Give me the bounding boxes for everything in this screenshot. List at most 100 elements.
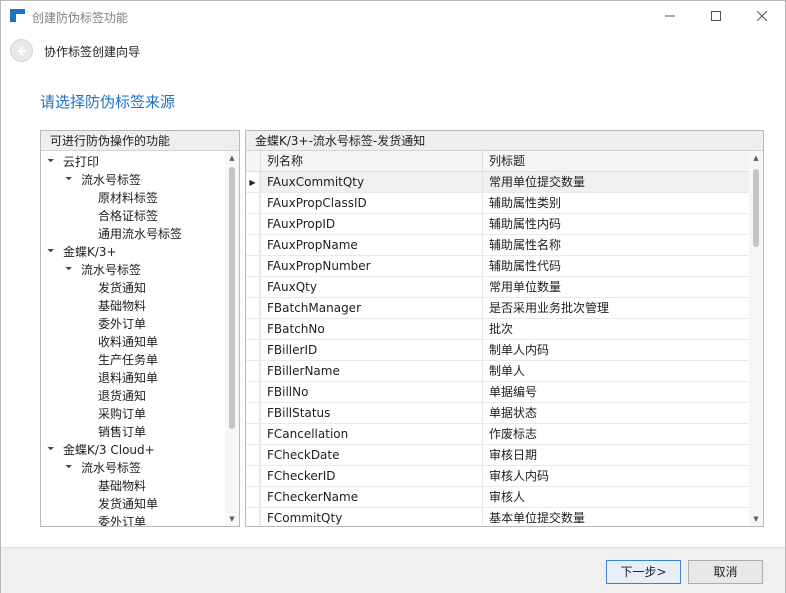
cell-column-title[interactable]: 单据编号 [482,382,749,402]
cell-column-name[interactable]: FCancellation [260,424,482,444]
tree-item[interactable]: 发货通知 [98,279,146,297]
cell-column-name[interactable]: FAuxPropClassID [260,193,482,213]
cell-column-name[interactable]: FBillStatus [260,403,482,423]
cell-column-title[interactable]: 作废标志 [482,424,749,444]
tree-item[interactable]: 发货通知单 [98,495,158,513]
expand-caret-icon[interactable]: ◢ [60,259,81,280]
table-row[interactable]: FBillerName 制单人 [246,361,749,382]
wizard-title: 协作标签创建向导 [44,45,141,59]
cell-column-name[interactable]: FAuxCommitQty [260,172,482,192]
cancel-button[interactable]: 取消 [688,560,763,584]
panel-splitter[interactable]: ⋮ [241,321,250,335]
tree-item[interactable]: 原材料标签 [98,189,158,207]
cell-column-title[interactable]: 是否采用业务批次管理 [482,298,749,318]
tree-item[interactable]: 通用流水号标签 [98,225,182,243]
cell-column-title[interactable]: 批次 [482,319,749,339]
cell-column-name[interactable]: FCheckerName [260,487,482,507]
cell-column-title[interactable]: 基本单位提交数量 [482,508,749,526]
cell-column-title[interactable]: 审核日期 [482,445,749,465]
tree-item[interactable]: ◢ 流水号标签 [65,261,141,279]
cell-column-title[interactable]: 单据状态 [482,403,749,423]
tree-item[interactable]: 采购订单 [98,405,146,423]
tree-item[interactable]: 合格证标签 [98,207,158,225]
tree-item[interactable]: 收料通知单 [98,333,158,351]
cell-column-title[interactable]: 审核人内码 [482,466,749,486]
scroll-thumb[interactable] [229,167,235,429]
cell-column-name[interactable]: FAuxPropID [260,214,482,234]
cell-column-name[interactable]: FCommitQty [260,508,482,526]
tree-item[interactable]: 退货通知 [98,387,146,405]
cell-column-title[interactable]: 辅助属性名称 [482,235,749,255]
scroll-up-icon[interactable]: ▲ [749,151,763,165]
cell-column-name[interactable]: FBillerID [260,340,482,360]
tree-item[interactable]: ◢ 金蝶K/3 Cloud+ [47,441,155,459]
table-row[interactable]: ▶ FAuxCommitQty 常用单位提交数量 [246,172,749,193]
cell-column-title[interactable]: 制单人 [482,361,749,381]
tree-item-label: 发货通知单 [98,497,159,511]
tree-item-label: 合格证标签 [98,209,159,223]
expand-caret-icon[interactable]: ◢ [42,439,63,460]
minimize-button[interactable] [647,1,693,31]
table-row[interactable]: FAuxQty 常用单位数量 [246,277,749,298]
cell-column-title[interactable]: 审核人 [482,487,749,507]
expand-caret-icon[interactable]: ◢ [42,241,63,262]
tree-item[interactable]: ◢ 流水号标签 [65,459,141,477]
maximize-button[interactable] [693,1,739,31]
scroll-thumb[interactable] [753,169,759,247]
scroll-down-icon[interactable]: ▼ [225,512,239,526]
tree-item[interactable]: 委外订单 [98,513,146,526]
cell-column-name[interactable]: FBatchNo [260,319,482,339]
tree-item[interactable]: ◢ 流水号标签 [65,171,141,189]
scroll-down-icon[interactable]: ▼ [749,512,763,526]
column-header-name[interactable]: 列名称 [260,151,482,172]
row-indicator-icon [246,298,260,319]
table-row[interactable]: FBatchNo 批次 [246,319,749,340]
cell-column-name[interactable]: FAuxPropName [260,235,482,255]
table-row[interactable]: FBillNo 单据编号 [246,382,749,403]
next-button[interactable]: 下一步> [606,560,681,584]
table-row[interactable]: FCheckerID 审核人内码 [246,466,749,487]
table-row[interactable]: FCheckerName 审核人 [246,487,749,508]
cell-column-name[interactable]: FAuxQty [260,277,482,297]
tree-item[interactable]: ◢ 金蝶K/3+ [47,243,117,261]
table-row[interactable]: FCheckDate 审核日期 [246,445,749,466]
cell-column-name[interactable]: FBatchManager [260,298,482,318]
cell-column-title[interactable]: 常用单位数量 [482,277,749,297]
cell-column-title[interactable]: 辅助属性内码 [482,214,749,234]
close-button[interactable] [739,1,785,31]
tree-item[interactable]: 退料通知单 [98,369,158,387]
cell-column-title[interactable]: 制单人内码 [482,340,749,360]
scroll-up-icon[interactable]: ▲ [225,151,239,165]
tree-item-label: 采购订单 [98,407,147,421]
tree-item[interactable]: 基础物料 [98,297,146,315]
tree-item[interactable]: 销售订单 [98,423,146,441]
tree-scrollbar[interactable]: ▲ ▼ [225,151,239,526]
tree-item-label: 基础物料 [98,479,147,493]
expand-caret-icon[interactable]: ◢ [60,169,81,190]
table-row[interactable]: FCommitQty 基本单位提交数量 [246,508,749,526]
tree-item[interactable]: 基础物料 [98,477,146,495]
cell-column-title[interactable]: 常用单位提交数量 [482,172,749,192]
expand-caret-icon[interactable]: ◢ [42,151,63,172]
back-button[interactable] [10,39,33,62]
cell-column-title[interactable]: 辅助属性代码 [482,256,749,276]
cell-column-name[interactable]: FBillerName [260,361,482,381]
table-row[interactable]: FAuxPropID 辅助属性内码 [246,214,749,235]
table-row[interactable]: FAuxPropName 辅助属性名称 [246,235,749,256]
table-row[interactable]: FAuxPropNumber 辅助属性代码 [246,256,749,277]
tree-item[interactable]: 生产任务单 [98,351,158,369]
expand-caret-icon[interactable]: ◢ [60,457,81,478]
table-row[interactable]: FBillStatus 单据状态 [246,403,749,424]
table-row[interactable]: FBatchManager 是否采用业务批次管理 [246,298,749,319]
tree-item[interactable]: 委外订单 [98,315,146,333]
cell-column-name[interactable]: FBillNo [260,382,482,402]
cell-column-name[interactable]: FCheckDate [260,445,482,465]
cell-column-name[interactable]: FAuxPropNumber [260,256,482,276]
table-row[interactable]: FCancellation 作废标志 [246,424,749,445]
table-row[interactable]: FBillerID 制单人内码 [246,340,749,361]
cell-column-name[interactable]: FCheckerID [260,466,482,486]
cell-column-title[interactable]: 辅助属性类别 [482,193,749,213]
grid-scrollbar[interactable]: ▲ ▼ [749,151,763,526]
table-row[interactable]: FAuxPropClassID 辅助属性类别 [246,193,749,214]
column-header-title[interactable]: 列标题 [482,151,749,172]
